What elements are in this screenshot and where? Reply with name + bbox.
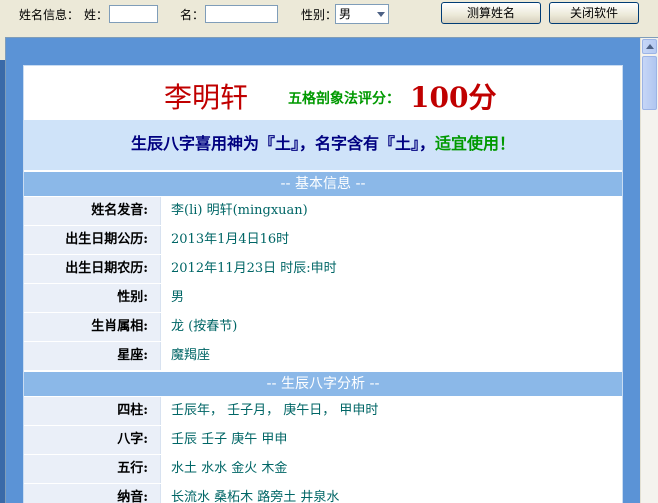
row-value: 龙 (按春节) — [160, 313, 622, 341]
table-row: 出生日期公历: 2013年1月4日16时 — [24, 225, 622, 254]
row-label: 纳音: — [24, 484, 160, 503]
title-row: 李明轩 五格剖象法评分： 100分 — [24, 66, 622, 120]
table-row: 出生日期农历: 2012年11月23日 时辰:申时 — [24, 254, 622, 283]
toolbar: 姓名信息： 姓： 名： 性别： 男 测算姓名 关闭软件 — [0, 0, 658, 34]
scroll-up-button[interactable] — [642, 39, 657, 54]
chevron-up-icon — [646, 44, 654, 49]
surname-label: 姓： — [84, 8, 109, 22]
surname-input[interactable] — [109, 5, 158, 23]
table-row: 四柱: 壬辰年， 壬子月， 庚午日， 甲申时 — [24, 396, 622, 425]
row-label: 出生日期公历: — [24, 226, 160, 254]
vertical-scrollbar[interactable] — [640, 38, 658, 503]
row-label: 姓名发音: — [24, 197, 160, 225]
gender-select[interactable]: 男 — [335, 4, 389, 24]
name-info-label: 姓名信息： — [19, 8, 80, 22]
gender-label: 性别： — [301, 8, 338, 22]
table-row: 八字: 壬辰 壬子 庚午 甲申 — [24, 425, 622, 454]
row-value: 李(li) 明轩(mingxuan) — [160, 197, 622, 225]
chevron-down-icon — [377, 12, 385, 17]
basic-info-header: -- 基本信息 -- — [24, 170, 622, 196]
gender-select-value: 男 — [339, 7, 352, 21]
name-title: 李明轩 — [164, 81, 249, 114]
row-value: 水土 水水 金火 木金 — [160, 455, 622, 483]
row-value: 壬辰年， 壬子月， 庚午日， 甲申时 — [160, 397, 622, 425]
row-value: 魔羯座 — [160, 342, 622, 370]
row-value: 长流水 桑柘木 路旁土 井泉水 — [160, 484, 622, 503]
result-content: 李明轩 五格剖象法评分： 100分 生辰八字喜用神为『土』，名字含有『土』，适宜… — [23, 65, 623, 503]
row-label: 四柱: — [24, 397, 160, 425]
given-name-input[interactable] — [205, 5, 278, 23]
table-row: 生肖属相: 龙 (按春节) — [24, 312, 622, 341]
row-value: 壬辰 壬子 庚午 甲申 — [160, 426, 622, 454]
table-row: 五行: 水土 水水 金火 木金 — [24, 454, 622, 483]
verdict-text: 生辰八字喜用神为『土』，名字含有『土』， — [130, 134, 435, 153]
table-row: 纳音: 长流水 桑柘木 路旁土 井泉水 — [24, 483, 622, 503]
given-name-label: 名： — [180, 8, 205, 22]
bazi-analysis-header: -- 生辰八字分析 -- — [24, 370, 622, 396]
row-value: 男 — [160, 284, 622, 312]
table-row: 性别: 男 — [24, 283, 622, 312]
close-software-button[interactable]: 关闭软件 — [549, 2, 639, 24]
result-panel: 李明轩 五格剖象法评分： 100分 生辰八字喜用神为『土』，名字含有『土』，适宜… — [5, 37, 658, 503]
row-label: 生肖属相: — [24, 313, 160, 341]
verdict-suitability: 适宜使用！ — [435, 134, 516, 153]
row-value: 2012年11月23日 时辰:申时 — [160, 255, 622, 283]
row-value: 2013年1月4日16时 — [160, 226, 622, 254]
row-label: 五行: — [24, 455, 160, 483]
table-row: 星座: 魔羯座 — [24, 341, 622, 370]
calculate-name-button[interactable]: 测算姓名 — [441, 2, 541, 24]
score-value: 100分 — [410, 81, 497, 114]
score-label: 五格剖象法评分： — [288, 91, 400, 107]
row-label: 八字: — [24, 426, 160, 454]
row-label: 星座: — [24, 342, 160, 370]
table-row: 姓名发音: 李(li) 明轩(mingxuan) — [24, 196, 622, 225]
row-label: 性别: — [24, 284, 160, 312]
scrollbar-thumb[interactable] — [642, 56, 657, 110]
verdict-row: 生辰八字喜用神为『土』，名字含有『土』，适宜使用！ — [24, 120, 622, 170]
row-label: 出生日期农历: — [24, 255, 160, 283]
